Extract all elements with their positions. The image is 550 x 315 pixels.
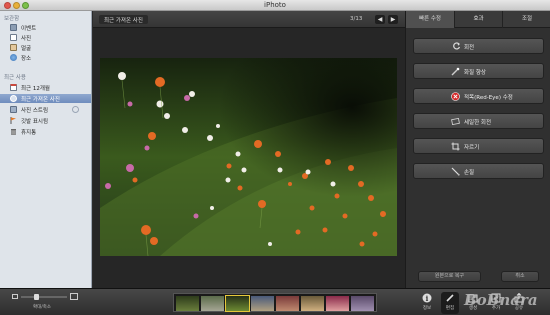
photos-icon bbox=[10, 34, 17, 41]
filmstrip-thumbnail[interactable] bbox=[176, 296, 199, 311]
zoom-slider[interactable] bbox=[21, 294, 67, 300]
event-title-button[interactable]: 최근 가져온 사진 bbox=[99, 15, 148, 24]
previous-photo-button[interactable]: ◀ bbox=[375, 15, 385, 24]
edit-button[interactable]: 편집 bbox=[441, 292, 459, 314]
edit-icon bbox=[445, 293, 455, 303]
sidebar-item-trash[interactable]: 휴지통 bbox=[0, 127, 91, 136]
filmstrip-thumbnail[interactable] bbox=[351, 296, 374, 311]
tool-label: 회전 bbox=[464, 45, 475, 51]
recent-section-title: 최근 사용 bbox=[4, 75, 26, 81]
photo-viewer: 최근 가져온 사진 3/13 ◀ ▶ bbox=[93, 11, 405, 288]
sidebar-item-flagged[interactable]: 깃발 표시됨 bbox=[0, 116, 91, 125]
tab-adjust[interactable]: 조절 bbox=[502, 11, 550, 28]
tool-label: 손질 bbox=[464, 170, 475, 176]
sidebar-item-label: 사진 스트림 bbox=[21, 108, 49, 114]
sidebar-item-photo-stream[interactable]: 사진 스트림 bbox=[0, 105, 91, 114]
edit-panel: 빠른 수정 효과 조절 회전 화질 향상 적목(Red-Eye) 수정 세일한 … bbox=[405, 11, 550, 288]
filmstrip[interactable] bbox=[173, 293, 377, 312]
tab-effects[interactable]: 효과 bbox=[454, 11, 502, 28]
viewer-header: 최근 가져온 사진 3/13 ◀ ▶ bbox=[93, 11, 405, 28]
retouch-button[interactable]: 손질 bbox=[413, 163, 544, 179]
zoom-out-icon[interactable] bbox=[12, 294, 18, 299]
tool-label: 세일한 회전 bbox=[464, 120, 492, 126]
filmstrip-thumbnail[interactable] bbox=[276, 296, 299, 311]
faces-icon bbox=[10, 44, 17, 51]
sidebar-item-label: 사진 bbox=[21, 36, 32, 42]
enhance-icon bbox=[451, 67, 460, 76]
sidebar-item-label: 휴지통 bbox=[21, 130, 37, 136]
svg-text:i: i bbox=[426, 294, 429, 303]
sidebar-item-label: 최근 가져온 사진 bbox=[21, 97, 60, 103]
flag-icon bbox=[10, 117, 17, 124]
straighten-icon bbox=[451, 117, 460, 126]
title-bar: iPhoto bbox=[0, 0, 550, 11]
crop-button[interactable]: 자르기 bbox=[413, 138, 544, 154]
zoom-in-icon[interactable] bbox=[70, 293, 78, 300]
filmstrip-thumbnail-selected[interactable] bbox=[225, 295, 250, 312]
sidebar-item-last-12-months[interactable]: 최근 12개월 bbox=[0, 83, 91, 92]
photostream-icon bbox=[10, 106, 17, 113]
filmstrip-thumbnail[interactable] bbox=[251, 296, 274, 311]
main-photo[interactable] bbox=[100, 58, 397, 257]
cosmos-flower-photo bbox=[100, 58, 397, 257]
sidebar-item-label: 장소 bbox=[21, 56, 32, 62]
sidebar: 보관함 이벤트 사진 얼굴 장소 최근 사용 최근 12개월 최근 가져온 사진… bbox=[0, 11, 92, 288]
filmstrip-thumbnail[interactable] bbox=[201, 296, 224, 311]
sidebar-item-label: 깃발 표시됨 bbox=[21, 119, 49, 125]
tab-quick-fixes[interactable]: 빠른 수정 bbox=[406, 11, 454, 28]
red-eye-button[interactable]: 적목(Red-Eye) 수정 bbox=[413, 88, 544, 104]
events-icon bbox=[10, 24, 17, 31]
straighten-button[interactable]: 세일한 회전 bbox=[413, 113, 544, 129]
sidebar-item-label: 최근 12개월 bbox=[21, 86, 50, 92]
red-eye-icon bbox=[451, 92, 460, 101]
info-button[interactable]: i 정보 bbox=[418, 292, 436, 314]
retouch-icon bbox=[451, 167, 460, 176]
sidebar-item-label: 얼굴 bbox=[21, 46, 32, 52]
import-icon bbox=[10, 95, 17, 102]
sidebar-item-places[interactable]: 장소 bbox=[0, 53, 91, 62]
cancel-button[interactable]: 취소 bbox=[501, 271, 539, 282]
crop-icon bbox=[451, 142, 460, 151]
calendar-icon bbox=[10, 84, 17, 91]
enhance-button[interactable]: 화질 향상 bbox=[413, 63, 544, 79]
sidebar-item-last-import[interactable]: 최근 가져온 사진 bbox=[0, 94, 91, 103]
revert-to-original-button[interactable]: 원본으로 복구 bbox=[418, 271, 481, 282]
edit-label: 편집 bbox=[445, 306, 455, 311]
info-label: 정보 bbox=[422, 306, 432, 311]
zoom-label: 확대/축소 bbox=[33, 305, 52, 310]
tool-label: 화질 향상 bbox=[464, 70, 486, 76]
rotate-icon bbox=[452, 42, 461, 51]
sync-status-icon bbox=[72, 106, 79, 113]
tool-label: 자르기 bbox=[464, 145, 480, 151]
filmstrip-thumbnail[interactable] bbox=[326, 296, 349, 311]
window-title: iPhoto bbox=[264, 1, 286, 9]
zoom-slider-knob[interactable] bbox=[34, 294, 40, 300]
sidebar-item-label: 이벤트 bbox=[21, 26, 37, 32]
photo-counter: 3/13 bbox=[350, 16, 363, 22]
next-photo-button[interactable]: ▶ bbox=[388, 15, 398, 24]
rotate-button[interactable]: 회전 bbox=[413, 38, 544, 54]
sidebar-item-faces[interactable]: 얼굴 bbox=[0, 43, 91, 52]
places-icon bbox=[10, 54, 17, 61]
watermark-text: BoBnara bbox=[464, 291, 538, 309]
library-section-title: 보관함 bbox=[4, 16, 20, 22]
info-icon: i bbox=[422, 293, 432, 303]
tool-label: 적목(Red-Eye) 수정 bbox=[464, 95, 513, 101]
sidebar-item-photos[interactable]: 사진 bbox=[0, 33, 91, 42]
trash-icon bbox=[10, 128, 17, 136]
edit-tabs: 빠른 수정 효과 조절 bbox=[406, 11, 550, 28]
filmstrip-thumbnail[interactable] bbox=[301, 296, 324, 311]
sidebar-item-events[interactable]: 이벤트 bbox=[0, 23, 91, 32]
